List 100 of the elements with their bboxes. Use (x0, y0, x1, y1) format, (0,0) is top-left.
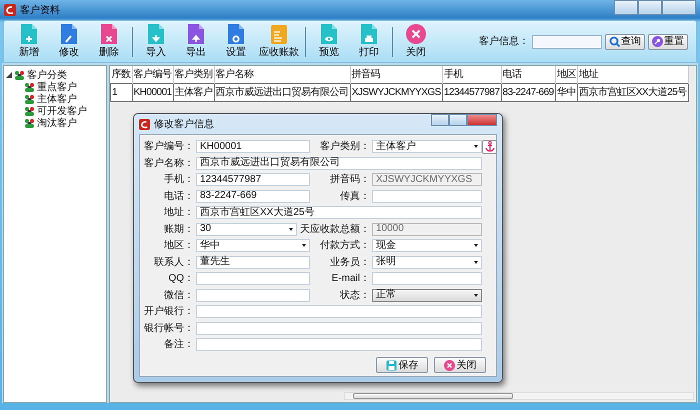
column-header[interactable]: 序数 (110, 66, 132, 84)
table-cell[interactable]: 西京市宫虹区XX大道25号 (577, 84, 688, 102)
tree-item[interactable]: 重点客户 (37, 80, 77, 94)
minimize-button[interactable] (431, 114, 449, 126)
field-label: 联系人： (153, 256, 195, 270)
field-label: 手机： (163, 172, 195, 187)
dropdown-field[interactable]: 张明 (372, 256, 482, 268)
input-field[interactable] (196, 322, 482, 334)
toolbar-button[interactable]: 设置 (219, 23, 253, 60)
tree-item[interactable]: 可开发客户 (37, 104, 87, 118)
table-cell[interactable]: 西京市威远进出口贸易有限公司 (214, 84, 350, 102)
field-label: 账期： (163, 222, 195, 236)
print-icon (358, 23, 380, 45)
column-header[interactable]: 拼音码 (350, 66, 442, 84)
field-label: E-mail： (330, 272, 371, 286)
reset-button[interactable]: 重置 (648, 34, 688, 50)
window-title: 客户资料 (20, 4, 60, 18)
field-label: 付款方式： (319, 238, 371, 253)
column-header[interactable]: 电话 (501, 66, 556, 84)
table-cell[interactable]: 83-2247-669 (501, 84, 556, 102)
input-field[interactable]: 83-2247-669 (196, 190, 310, 202)
table-cell[interactable]: KH00001 (132, 84, 174, 102)
toolbar-button[interactable]: 修改 (52, 23, 86, 60)
toolbar-button[interactable]: 预览 (312, 23, 346, 60)
column-header[interactable]: 客户编号 (132, 66, 174, 84)
search-button[interactable]: 查询 (605, 34, 645, 50)
unit-label: 天 (300, 222, 310, 236)
input-field[interactable] (196, 288, 310, 302)
input-field[interactable] (196, 338, 482, 351)
close-button[interactable] (467, 114, 497, 126)
field-label: 传真： (339, 190, 371, 204)
toolbar-button[interactable]: 导入 (139, 23, 173, 60)
field-label: 客户类别： (319, 140, 371, 154)
column-header[interactable]: 地址 (577, 66, 688, 84)
people-icon (14, 70, 25, 80)
toolbar-button[interactable]: 关闭 (399, 23, 433, 60)
field-label: 开户银行： (143, 304, 195, 319)
toolbar-button[interactable]: 导出 (179, 23, 213, 60)
table-cell[interactable]: XJSWYJCKMYYXGS (350, 84, 442, 102)
people-icon (24, 118, 35, 128)
field-label: 电话： (163, 190, 195, 204)
column-header[interactable]: 客户类别 (173, 66, 214, 84)
preview-icon (318, 23, 340, 45)
dropdown-field[interactable]: 30 (196, 222, 297, 236)
input-field[interactable]: KH00001 (196, 140, 310, 153)
input-field[interactable] (372, 272, 482, 285)
save-icon (386, 360, 396, 370)
field-label: 地区： (163, 238, 195, 253)
people-icon (24, 106, 35, 116)
close-icon (405, 23, 427, 45)
input-field[interactable] (196, 305, 482, 318)
maximize-button[interactable] (449, 114, 467, 126)
toolbar-button[interactable]: 应收账款 (259, 23, 299, 60)
field-label: 备注： (163, 338, 195, 352)
field-label: 应收款总额： (310, 222, 371, 236)
input-field[interactable]: 12344577987 (196, 173, 310, 186)
search-label: 客户信息： (479, 34, 529, 49)
field-label: 银行帐号： (143, 322, 195, 336)
column-header[interactable]: 客户名称 (214, 66, 350, 84)
toolbar-button[interactable]: 打印 (352, 23, 386, 60)
import-document-icon (145, 23, 167, 45)
tree-item[interactable]: 主体客户 (37, 92, 77, 106)
tree-item[interactable]: 淘汰客户 (37, 116, 77, 130)
search-field[interactable] (532, 34, 602, 48)
input-field[interactable] (196, 272, 310, 285)
table-cell[interactable]: 12344577987 (442, 84, 502, 102)
column-header[interactable]: 地区 (555, 66, 578, 84)
dropdown-field[interactable]: 主体客户 (372, 140, 482, 153)
close-button[interactable] (662, 0, 696, 15)
field-label: QQ： (167, 272, 195, 286)
anchor-button[interactable] (482, 140, 497, 154)
column-header[interactable]: 手机 (442, 66, 502, 84)
maximize-button[interactable] (638, 0, 662, 15)
key-icon (652, 36, 663, 47)
add-document-icon (18, 23, 40, 45)
toolbar-button[interactable]: 新增 (12, 23, 46, 60)
input-field[interactable] (372, 190, 482, 202)
app-logo-icon (4, 4, 16, 16)
input-field[interactable]: 董先生 (196, 256, 310, 268)
dropdown-field[interactable]: 华中 (196, 239, 310, 252)
tree-item[interactable]: 客户分类 (27, 68, 67, 82)
app-logo-icon (139, 118, 150, 130)
people-icon (24, 82, 35, 92)
people-icon (24, 94, 35, 104)
input-field[interactable]: 西京市宫虹区XX大道25号 (196, 206, 482, 219)
table-cell[interactable]: 1 (110, 84, 132, 102)
table-cell[interactable]: 华中 (555, 84, 578, 102)
toolbar-button[interactable]: 删除 (92, 23, 126, 60)
table-cell[interactable]: 主体客户 (173, 84, 214, 102)
dropdown-field[interactable]: 正常 (372, 288, 482, 302)
ledger-icon (268, 23, 290, 45)
delete-document-icon (98, 23, 120, 45)
minimize-button[interactable] (614, 0, 638, 15)
input-field[interactable]: 西京市威远进出口贸易有限公司 (196, 156, 482, 170)
horizontal-scrollbar[interactable] (344, 392, 694, 400)
close-button[interactable]: 关闭 (434, 357, 486, 373)
field-label: 客户名称： (143, 156, 195, 170)
expander-icon[interactable] (6, 72, 12, 78)
dropdown-field[interactable]: 现金 (372, 239, 482, 252)
save-button[interactable]: 保存 (376, 357, 428, 373)
